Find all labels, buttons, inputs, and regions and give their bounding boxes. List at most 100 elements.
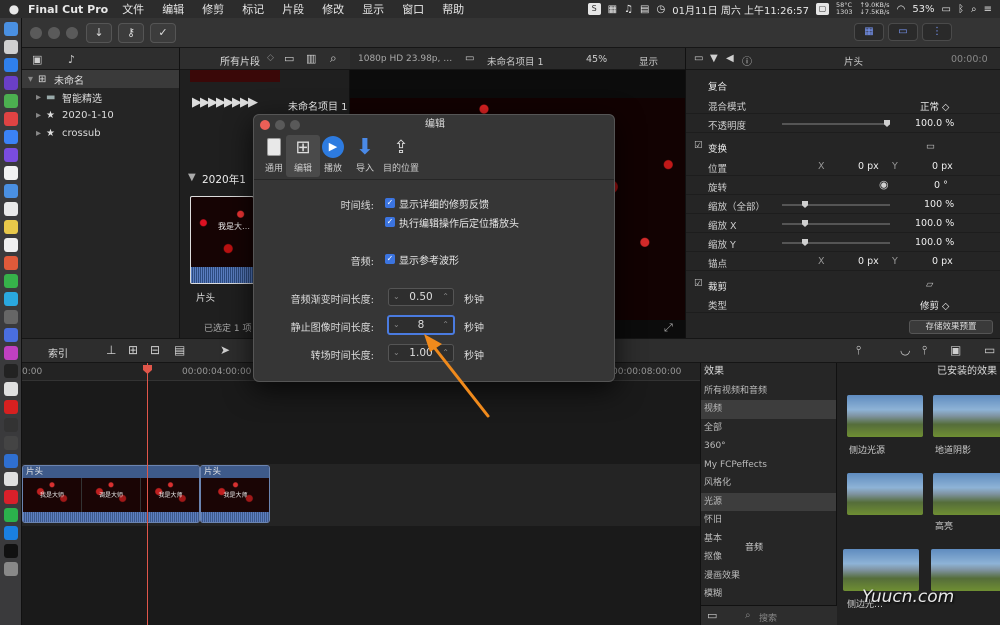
playhead[interactable]: [147, 363, 148, 625]
bluetooth-icon[interactable]: ᛒ: [958, 4, 964, 15]
append-clip-icon[interactable]: ⊟: [150, 343, 160, 357]
effect-category[interactable]: 全部: [701, 419, 836, 438]
premiere-icon[interactable]: [4, 544, 18, 558]
audio-category-label[interactable]: 音频: [745, 540, 763, 553]
spotlight-icon[interactable]: ⌕: [971, 4, 977, 15]
library-item-event-2[interactable]: ▸ ★ crossub: [22, 124, 179, 142]
chat-icon[interactable]: ▤: [640, 4, 649, 15]
view-options-menu[interactable]: 显示: [639, 54, 658, 68]
checkbox-detailed-trim[interactable]: ✓: [385, 198, 395, 208]
minimize-window-button[interactable]: [48, 27, 60, 39]
chevron-up-icon[interactable]: ⌃: [442, 292, 449, 301]
settings-icon[interactable]: [4, 310, 18, 324]
android-icon[interactable]: [4, 94, 18, 108]
audio-inspector-icon[interactable]: ◀: [726, 53, 734, 64]
library-item-event-1[interactable]: ▸ ★ 2020-1-10: [22, 106, 179, 124]
menu-trim[interactable]: 修剪: [202, 1, 224, 17]
terminal-icon[interactable]: [4, 436, 18, 450]
effect-category[interactable]: 视频: [701, 400, 836, 419]
itunes-icon[interactable]: [4, 346, 18, 360]
select-tool-icon[interactable]: ➤: [220, 343, 230, 357]
scale-x-slider[interactable]: [782, 220, 890, 227]
stickies-icon[interactable]: [4, 220, 18, 234]
timeline-clip-2[interactable]: 片头 我是大师: [200, 465, 270, 523]
effect-tile[interactable]: [843, 549, 919, 591]
chrome-icon[interactable]: [4, 112, 18, 126]
slider-knob[interactable]: [884, 120, 890, 127]
library-item-unnamed[interactable]: ▾ ⊞ 未命名: [22, 70, 179, 88]
effect-category[interactable]: 所有视频和音频: [701, 382, 836, 401]
checkbox-crop[interactable]: ☑: [694, 278, 703, 289]
podcast-icon[interactable]: [4, 76, 18, 90]
snapping-icon[interactable]: ▣: [950, 343, 961, 357]
scale-x-value[interactable]: 100.0 %: [915, 218, 954, 229]
close-window-button[interactable]: [30, 27, 42, 39]
fcp-icon[interactable]: [4, 418, 18, 432]
notes-icon[interactable]: [4, 166, 18, 180]
finder-icon[interactable]: [4, 22, 18, 36]
effect-category[interactable]: 模糊: [701, 585, 836, 604]
library-item-smart[interactable]: ▸ ▬ 智能精选: [22, 88, 179, 106]
timeline[interactable]: 0:00 00:00:04:00:00 00:00:08:00:00 片头 我是…: [22, 363, 700, 625]
launchpad-icon[interactable]: [4, 40, 18, 54]
trash-icon[interactable]: [4, 562, 18, 576]
apple-menu-icon[interactable]: ●: [0, 2, 28, 16]
video-inspector-icon[interactable]: ▭: [694, 53, 703, 64]
effect-tile[interactable]: [933, 395, 1000, 437]
effect-category[interactable]: 360°: [701, 437, 836, 456]
app-menu[interactable]: Final Cut Pro: [28, 3, 108, 16]
tab-editing[interactable]: ⊞ 编辑: [286, 135, 320, 177]
zoom-window-button[interactable]: [66, 27, 78, 39]
music-app-icon[interactable]: [4, 328, 18, 342]
checkbox-reference-waveform[interactable]: ✓: [385, 254, 395, 264]
background-tasks-icon[interactable]: ✓: [150, 23, 176, 43]
menu-window[interactable]: 窗口: [402, 1, 424, 17]
menu-mark[interactable]: 标记: [242, 1, 264, 17]
app-icon-purple[interactable]: [4, 148, 18, 162]
effect-category[interactable]: 风格化: [701, 474, 836, 493]
blend-mode-select[interactable]: 正常 ◇: [920, 99, 949, 113]
project-name[interactable]: 未命名项目 1: [288, 98, 348, 113]
effect-category[interactable]: 怀旧: [701, 511, 836, 530]
browser-toggle-icon[interactable]: ▦: [854, 23, 884, 41]
battery-icon[interactable]: ▭: [942, 4, 951, 15]
scale-all-slider[interactable]: [782, 201, 890, 208]
filmstrip-icon[interactable]: ▭: [284, 52, 294, 65]
grid-status-icon[interactable]: ▦: [608, 4, 617, 15]
chevron-up-icon[interactable]: ⌃: [442, 320, 449, 329]
slider-knob[interactable]: [802, 239, 808, 246]
disclosure-closed-icon[interactable]: ▸: [36, 92, 46, 103]
vivaldi-icon[interactable]: [4, 400, 18, 414]
effect-tile[interactable]: [847, 395, 923, 437]
effect-tile[interactable]: [847, 473, 923, 515]
timeline-clip-1[interactable]: 片头 我是大师 调是大师 我是大师: [22, 465, 200, 523]
transform-overlay-icon[interactable]: ▭: [926, 141, 935, 152]
menu-edit[interactable]: 编辑: [162, 1, 184, 17]
battery-percent[interactable]: 53%: [912, 4, 934, 15]
skimming-icon[interactable]: ⫯: [856, 343, 861, 358]
datetime[interactable]: 01月11日 周六 上午11:26:57: [672, 2, 809, 17]
slider-knob[interactable]: [802, 201, 808, 208]
music-icon[interactable]: ♫: [624, 4, 633, 15]
sidebar-toggle-icon[interactable]: ▭: [707, 609, 717, 622]
menu-help[interactable]: 帮助: [442, 1, 464, 17]
position-y-value[interactable]: 0 px: [932, 161, 953, 172]
net-stats[interactable]: ↑9.0KB/s ↓7.5KB/s: [859, 2, 889, 16]
qq-icon[interactable]: [4, 526, 18, 540]
checkbox-transform[interactable]: ☑: [694, 140, 703, 151]
zoom-select[interactable]: 45%: [586, 54, 607, 65]
effects-search-input[interactable]: 搜索: [759, 611, 777, 624]
disclosure-closed-icon[interactable]: ▸: [36, 128, 46, 139]
fullscreen-icon[interactable]: ⤢: [664, 321, 673, 335]
menu-file[interactable]: 文件: [122, 1, 144, 17]
word-icon[interactable]: [4, 454, 18, 468]
search-icon[interactable]: ⌕: [330, 51, 337, 66]
menu-clip[interactable]: 片段: [282, 1, 304, 17]
audio-fade-stepper[interactable]: ⌄ 0.50 ⌃: [388, 288, 454, 306]
disclosure-closed-icon[interactable]: ▸: [36, 110, 46, 121]
scale-y-value[interactable]: 100.0 %: [915, 237, 954, 248]
clip-appearance-icon[interactable]: ▭: [984, 343, 995, 357]
library-icon[interactable]: ▣: [32, 53, 42, 66]
maps-icon[interactable]: [4, 382, 18, 396]
position-x-value[interactable]: 0 px: [858, 161, 879, 172]
